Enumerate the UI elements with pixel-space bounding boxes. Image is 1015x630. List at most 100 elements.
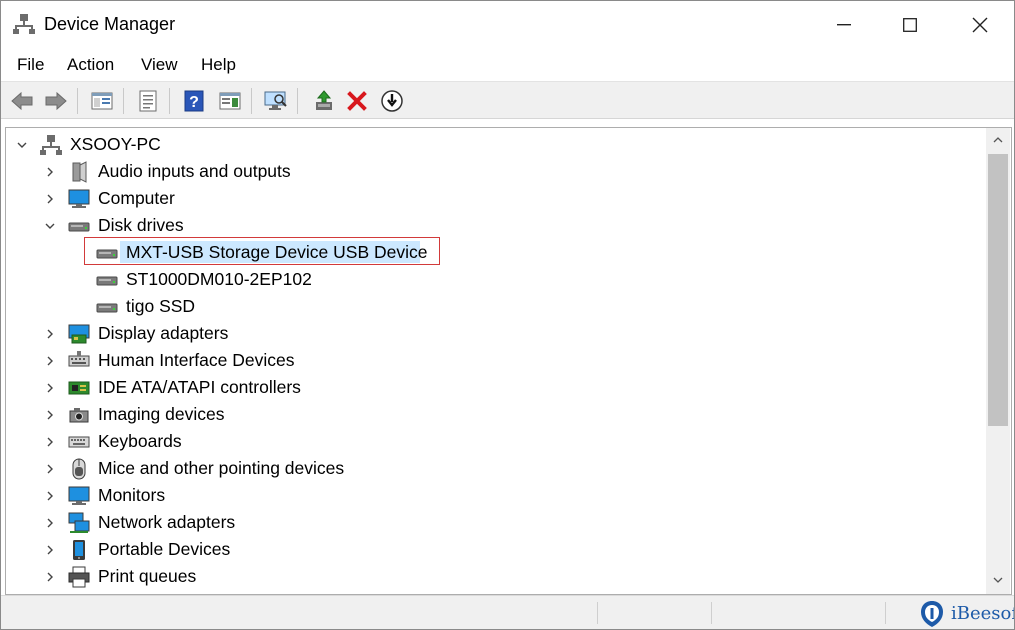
- portable-device-icon: [73, 540, 85, 560]
- tree-item-label: Mice and other pointing devices: [98, 458, 345, 478]
- disk-drive-icon: [68, 222, 90, 232]
- maximize-icon: [903, 18, 917, 32]
- uninstall-device-button[interactable]: [344, 88, 370, 114]
- action-pane-button[interactable]: [217, 88, 243, 114]
- chevron-right-icon[interactable]: [44, 544, 56, 556]
- menu-view[interactable]: View: [141, 55, 178, 75]
- tree-item-label: Network adapters: [98, 512, 236, 532]
- status-pane-divider: [885, 602, 886, 624]
- toolbar-separator: [251, 88, 252, 114]
- device-tree[interactable]: XSOOY-PC Audio inputs and outputs Comput…: [6, 128, 986, 594]
- toolbar-separator: [77, 88, 78, 114]
- tree-item-audio-inputs-and-outputs[interactable]: Audio inputs and outputs: [6, 158, 986, 185]
- monitor-icon: [68, 486, 90, 505]
- back-button[interactable]: [9, 88, 35, 114]
- scan-hardware-changes-icon: [264, 91, 287, 110]
- menu-bar: File Action View Help: [1, 49, 1014, 81]
- window-title: Device Manager: [44, 14, 176, 34]
- display-adapter-icon: [68, 324, 90, 344]
- chevron-down-icon[interactable]: [44, 220, 56, 232]
- scroll-down-arrow-icon: [993, 577, 1003, 583]
- device-manager-window: Device Manager File Action View Help ? X…: [0, 0, 1015, 630]
- toolbar-separator: [123, 88, 124, 114]
- show-hide-console-tree-button[interactable]: [89, 88, 115, 114]
- mouse-icon: [72, 458, 86, 480]
- ide-controller-icon: [68, 381, 90, 395]
- maximize-button[interactable]: [887, 1, 933, 49]
- tree-item-label: Human Interface Devices: [98, 350, 295, 370]
- tree-item-print-queues[interactable]: Print queues: [6, 563, 986, 590]
- menu-file[interactable]: File: [17, 55, 44, 75]
- tree-item-portable-devices[interactable]: Portable Devices: [6, 536, 986, 563]
- tree-item-mxt-usb-storage-device[interactable]: MXT-USB Storage Device USB Device: [6, 239, 986, 266]
- tree-item-ide-ata-atapi-controllers[interactable]: IDE ATA/ATAPI controllers: [6, 374, 986, 401]
- toolbar-separator: [169, 88, 170, 114]
- chevron-right-icon[interactable]: [44, 517, 56, 529]
- device-manager-icon: [13, 13, 35, 35]
- tree-item-display-adapters[interactable]: Display adapters: [6, 320, 986, 347]
- tree-item-network-adapters[interactable]: Network adapters: [6, 509, 986, 536]
- close-icon: [972, 17, 988, 33]
- tree-item-imaging-devices[interactable]: Imaging devices: [6, 401, 986, 428]
- back-arrow-icon: [11, 91, 33, 111]
- chevron-right-icon[interactable]: [44, 436, 56, 448]
- tree-item-disk-drives[interactable]: Disk drives: [6, 212, 986, 239]
- ibeesoft-logo-icon: [921, 601, 943, 627]
- disk-drive-icon: [96, 249, 118, 259]
- network-icon: [68, 512, 90, 533]
- forward-button[interactable]: [43, 88, 69, 114]
- vertical-scrollbar[interactable]: [986, 128, 1010, 594]
- camera-icon: [69, 408, 89, 423]
- chevron-right-icon[interactable]: [44, 463, 56, 475]
- tree-item-label: Audio inputs and outputs: [98, 161, 291, 181]
- chevron-right-icon[interactable]: [44, 328, 56, 340]
- chevron-right-icon[interactable]: [44, 382, 56, 394]
- tree-item-keyboards[interactable]: Keyboards: [6, 428, 986, 455]
- disable-device-icon: [381, 90, 403, 112]
- tree-item-mice-and-other-pointing-devices[interactable]: Mice and other pointing devices: [6, 455, 986, 482]
- tree-item-monitors[interactable]: Monitors: [6, 482, 986, 509]
- properties-button[interactable]: [135, 88, 161, 114]
- chevron-down-icon[interactable]: [16, 139, 28, 151]
- tree-item-label: Disk drives: [98, 215, 184, 235]
- computer-root-icon: [40, 135, 62, 155]
- tree-item-label: MXT-USB Storage Device USB Device: [126, 242, 428, 262]
- help-icon: ?: [184, 90, 204, 112]
- chevron-right-icon[interactable]: [44, 409, 56, 421]
- tree-root-label: XSOOY-PC: [70, 134, 161, 154]
- watermark-text: iBeesoft: [951, 603, 1014, 624]
- uninstall-device-icon: [347, 91, 367, 111]
- status-bar: [1, 595, 1014, 629]
- keyboard-icon: [68, 436, 90, 448]
- help-button[interactable]: ?: [181, 88, 207, 114]
- scroll-down-button[interactable]: [986, 570, 1010, 590]
- tree-item-human-interface-devices[interactable]: Human Interface Devices: [6, 347, 986, 374]
- action-pane-icon: [219, 92, 241, 110]
- update-driver-icon: [316, 90, 332, 110]
- tree-item-label: Computer: [98, 188, 175, 208]
- scrollbar-thumb[interactable]: [988, 154, 1008, 426]
- tree-item-label: Imaging devices: [98, 404, 225, 424]
- disable-device-button[interactable]: [379, 88, 405, 114]
- tree-item-computer[interactable]: Computer: [6, 185, 986, 212]
- minimize-icon: [837, 24, 851, 26]
- scroll-up-button[interactable]: [986, 130, 1010, 150]
- chevron-right-icon[interactable]: [44, 193, 56, 205]
- tree-root[interactable]: XSOOY-PC: [6, 131, 986, 158]
- chevron-right-icon[interactable]: [44, 166, 56, 178]
- update-driver-button[interactable]: [311, 88, 337, 114]
- tree-item-tigo-ssd[interactable]: tigo SSD: [6, 293, 986, 320]
- close-button[interactable]: [957, 1, 1003, 49]
- tree-item-label: IDE ATA/ATAPI controllers: [98, 377, 301, 397]
- disk-drive-icon: [96, 303, 118, 313]
- chevron-right-icon[interactable]: [44, 490, 56, 502]
- minimize-button[interactable]: [821, 1, 867, 49]
- menu-action[interactable]: Action: [67, 55, 114, 75]
- scan-hardware-changes-button[interactable]: [263, 88, 289, 114]
- chevron-right-icon[interactable]: [44, 355, 56, 367]
- tree-item-st1000dm010[interactable]: ST1000DM010-2EP102: [6, 266, 986, 293]
- title-bar[interactable]: Device Manager: [1, 1, 1014, 49]
- toolbar-divider: [1, 118, 1014, 119]
- menu-help[interactable]: Help: [201, 55, 236, 75]
- chevron-right-icon[interactable]: [44, 571, 56, 583]
